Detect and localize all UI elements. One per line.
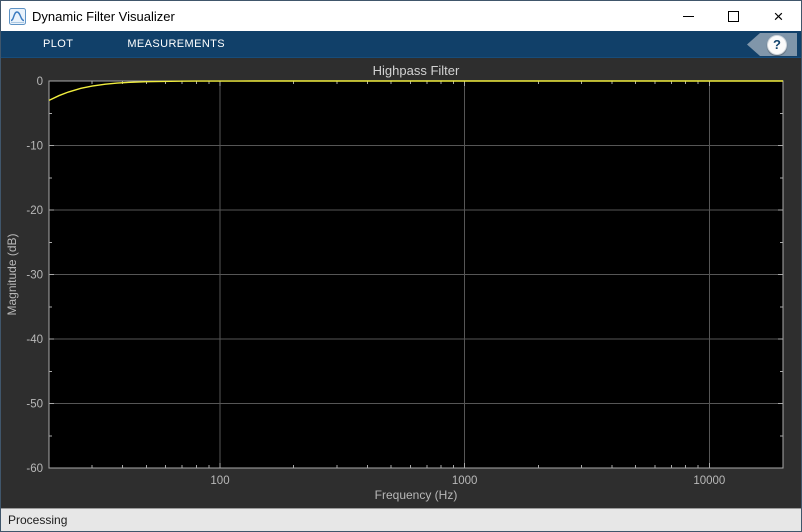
minimize-icon [683,15,694,17]
app-wave-icon [9,7,26,25]
y-tick-label: -20 [26,205,43,217]
x-axis-label: Frequency (Hz) [375,488,458,502]
x-tick-label: 10000 [693,475,725,487]
x-tick-label: 1000 [452,475,478,487]
x-tick-label: 100 [210,475,229,487]
tab-measurements[interactable]: MEASUREMENTS [127,38,225,50]
y-axis-label: Magnitude (dB) [5,233,19,315]
title-bar: Dynamic Filter Visualizer × [1,1,801,31]
figure-area: 100 1000 10000 0 -10 -20 -30 -40 -50 -60 Highpass … [1,58,801,508]
toolstrip: PLOT MEASUREMENTS ? [1,31,801,58]
status-text: Processing [8,513,68,527]
dynamic-filter-visualizer-window: Dynamic Filter Visualizer × PLOT MEASURE… [0,0,802,532]
tab-plot[interactable]: PLOT [43,38,73,50]
magnitude-response-chart[interactable]: 100 1000 10000 0 -10 -20 -30 -40 -50 -60 Highpass … [1,58,801,508]
close-button[interactable]: × [756,1,801,31]
maximize-icon [728,10,739,22]
y-tick-label: -50 [26,399,43,411]
y-tick-label: 0 [37,76,43,88]
y-tick-label: -60 [26,463,43,475]
help-button[interactable]: ? [767,34,787,55]
close-icon: × [773,6,784,26]
y-tick-label: -40 [26,334,43,346]
ribbon-collapse-arrow[interactable]: ? [747,33,797,56]
minimize-button[interactable] [666,1,711,31]
y-tick-label: -10 [26,141,43,153]
window-title: Dynamic Filter Visualizer [32,8,175,24]
maximize-button[interactable] [711,1,756,31]
status-bar: Processing [1,508,801,531]
y-tick-label: -30 [26,270,43,282]
chart-title: Highpass Filter [373,63,460,78]
